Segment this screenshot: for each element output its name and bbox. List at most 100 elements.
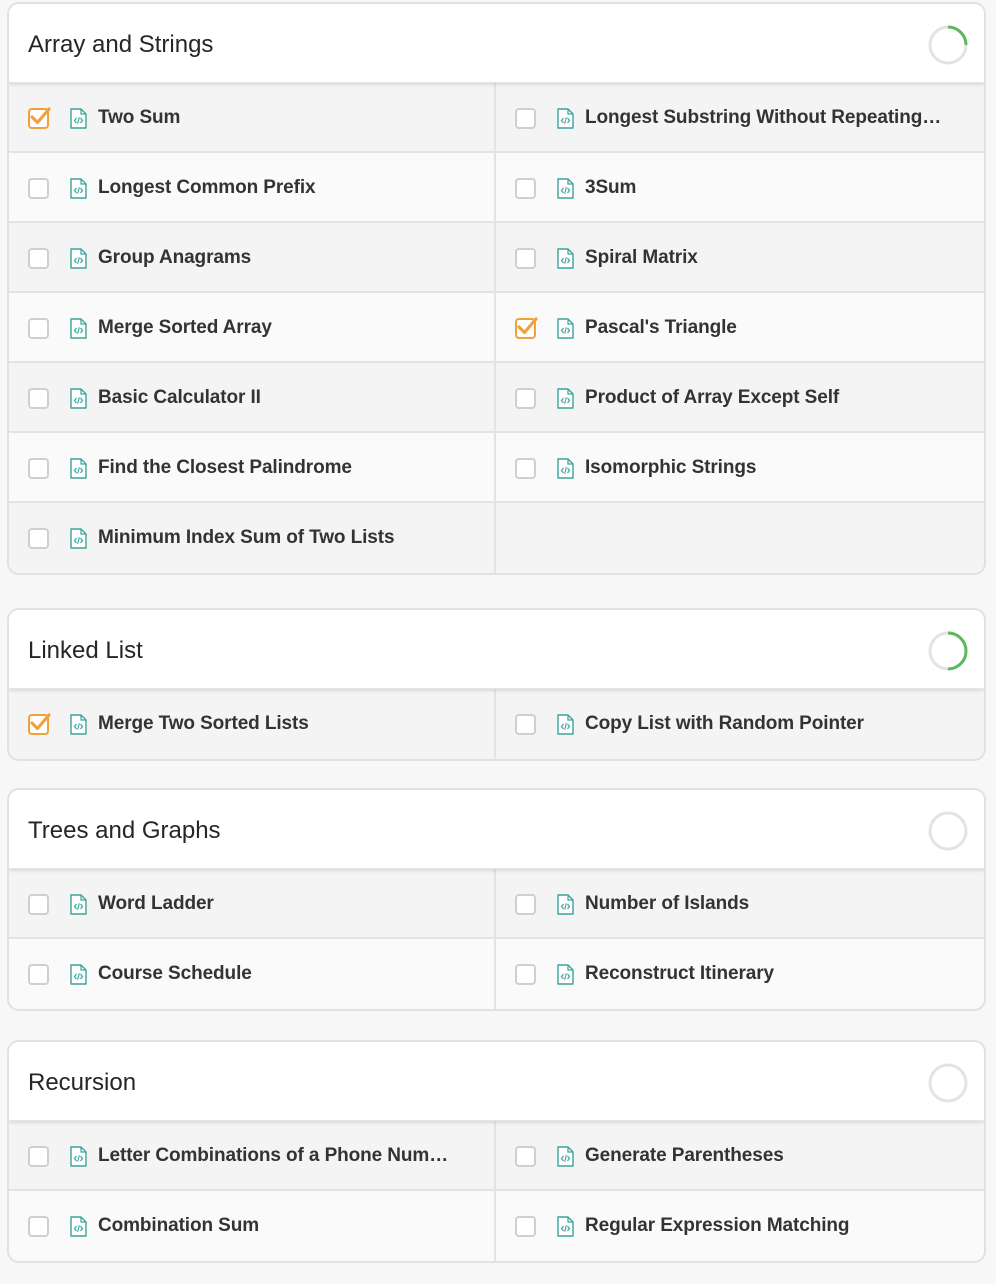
checkbox[interactable]	[515, 388, 536, 409]
problem-item[interactable]: Isomorphic Strings	[496, 433, 984, 503]
problem-link[interactable]: 3Sum	[585, 153, 636, 223]
problem-link[interactable]: Word Ladder	[98, 869, 214, 939]
problem-link[interactable]: Merge Sorted Array	[98, 293, 272, 363]
checkbox[interactable]	[515, 894, 536, 915]
code-file-icon	[70, 248, 87, 269]
code-file-icon	[557, 108, 574, 129]
problem-link[interactable]: Find the Closest Palindrome	[98, 433, 352, 503]
problem-link[interactable]: Spiral Matrix	[585, 223, 698, 293]
problem-item[interactable]: Letter Combinations of a Phone Num…	[9, 1121, 496, 1191]
section-card: Array and Strings Two Sum Longest Substrin…	[7, 2, 986, 575]
code-file-icon	[557, 248, 574, 269]
code-file-icon	[557, 178, 574, 199]
checkbox-checked[interactable]	[28, 713, 51, 735]
problem-link[interactable]: Reconstruct Itinerary	[585, 939, 774, 1009]
checkbox[interactable]	[28, 528, 49, 549]
checkbox[interactable]	[515, 248, 536, 269]
problem-link[interactable]: Isomorphic Strings	[585, 433, 756, 503]
problem-link[interactable]: Number of Islands	[585, 869, 749, 939]
problem-link[interactable]: Merge Two Sorted Lists	[98, 689, 309, 759]
checkbox[interactable]	[28, 318, 49, 339]
problem-item[interactable]: Generate Parentheses	[496, 1121, 984, 1191]
section-card: Trees and Graphs Word Ladder Number of Isl…	[7, 788, 986, 1011]
problem-item[interactable]: Number of Islands	[496, 869, 984, 939]
code-file-icon	[557, 388, 574, 409]
code-file-icon	[557, 714, 574, 735]
checkbox[interactable]	[28, 1146, 49, 1167]
code-file-icon	[70, 108, 87, 129]
empty-cell	[496, 503, 984, 573]
section-card: Linked List Merge Two Sorted Lists Copy Li…	[7, 608, 986, 761]
problem-link[interactable]: Group Anagrams	[98, 223, 251, 293]
checkbox[interactable]	[515, 108, 536, 129]
problem-link[interactable]: Two Sum	[98, 83, 180, 153]
checkbox-checked[interactable]	[28, 107, 51, 129]
section-card: Recursion Letter Combinations of a Phone …	[7, 1040, 986, 1263]
problem-link[interactable]: Basic Calculator II	[98, 363, 261, 433]
checkbox[interactable]	[28, 458, 49, 479]
problem-item[interactable]: Two Sum	[9, 83, 496, 153]
problem-grid: Letter Combinations of a Phone Num… Gener…	[9, 1121, 984, 1261]
section-header[interactable]: Trees and Graphs	[9, 790, 984, 869]
problem-link[interactable]: Longest Common Prefix	[98, 153, 316, 223]
problem-item[interactable]: Minimum Index Sum of Two Lists	[9, 503, 496, 573]
problem-link[interactable]: Copy List with Random Pointer	[585, 689, 864, 759]
problem-item[interactable]: Basic Calculator II	[9, 363, 496, 433]
problem-item[interactable]: Combination Sum	[9, 1191, 496, 1261]
checkbox[interactable]	[515, 178, 536, 199]
problem-grid: Two Sum Longest Substring Without Repeati…	[9, 83, 984, 573]
checkbox[interactable]	[28, 894, 49, 915]
problem-link[interactable]: Course Schedule	[98, 939, 252, 1009]
problem-item[interactable]: 3Sum	[496, 153, 984, 223]
code-file-icon	[557, 1216, 574, 1237]
problem-link[interactable]: Longest Substring Without Repeating…	[585, 83, 941, 153]
code-file-icon	[70, 528, 87, 549]
problem-item[interactable]: Longest Common Prefix	[9, 153, 496, 223]
checkbox[interactable]	[515, 1216, 536, 1237]
problem-link[interactable]: Product of Array Except Self	[585, 363, 839, 433]
problem-link[interactable]: Minimum Index Sum of Two Lists	[98, 503, 395, 573]
problem-item[interactable]: Product of Array Except Self	[496, 363, 984, 433]
problem-item[interactable]: Merge Two Sorted Lists	[9, 689, 496, 759]
checkbox[interactable]	[28, 178, 49, 199]
problem-item[interactable]: Group Anagrams	[9, 223, 496, 293]
section-header[interactable]: Recursion	[9, 1042, 984, 1121]
code-file-icon	[70, 318, 87, 339]
code-file-icon	[70, 1216, 87, 1237]
problem-link[interactable]: Generate Parentheses	[585, 1121, 784, 1191]
section-title: Recursion	[28, 1069, 137, 1096]
code-file-icon	[557, 458, 574, 479]
problem-link[interactable]: Combination Sum	[98, 1191, 259, 1261]
code-file-icon	[557, 1146, 574, 1167]
problem-item[interactable]: Merge Sorted Array	[9, 293, 496, 363]
problem-link[interactable]: Pascal's Triangle	[585, 293, 737, 363]
problem-item[interactable]: Spiral Matrix	[496, 223, 984, 293]
problem-item[interactable]: Copy List with Random Pointer	[496, 689, 984, 759]
section-header[interactable]: Array and Strings	[9, 4, 984, 83]
problem-item[interactable]: Reconstruct Itinerary	[496, 939, 984, 1009]
code-file-icon	[70, 964, 87, 985]
problem-item[interactable]: Find the Closest Palindrome	[9, 433, 496, 503]
problem-item[interactable]: Pascal's Triangle	[496, 293, 984, 363]
section-header[interactable]: Linked List	[9, 610, 984, 689]
problem-grid: Merge Two Sorted Lists Copy List with Ran…	[9, 689, 984, 759]
checkbox[interactable]	[28, 248, 49, 269]
checkbox[interactable]	[515, 964, 536, 985]
checkbox[interactable]	[28, 1216, 49, 1237]
checkbox[interactable]	[28, 388, 49, 409]
checkbox-checked[interactable]	[515, 317, 538, 339]
problem-item[interactable]: Regular Expression Matching	[496, 1191, 984, 1261]
problem-item[interactable]: Word Ladder	[9, 869, 496, 939]
checkbox[interactable]	[28, 964, 49, 985]
code-file-icon	[557, 894, 574, 915]
problem-link[interactable]: Letter Combinations of a Phone Num…	[98, 1121, 448, 1191]
code-file-icon	[70, 714, 87, 735]
problem-item[interactable]: Course Schedule	[9, 939, 496, 1009]
section-title: Array and Strings	[28, 31, 214, 58]
code-file-icon	[557, 964, 574, 985]
problem-item[interactable]: Longest Substring Without Repeating…	[496, 83, 984, 153]
checkbox[interactable]	[515, 1146, 536, 1167]
problem-link[interactable]: Regular Expression Matching	[585, 1191, 850, 1261]
checkbox[interactable]	[515, 458, 536, 479]
checkbox[interactable]	[515, 714, 536, 735]
